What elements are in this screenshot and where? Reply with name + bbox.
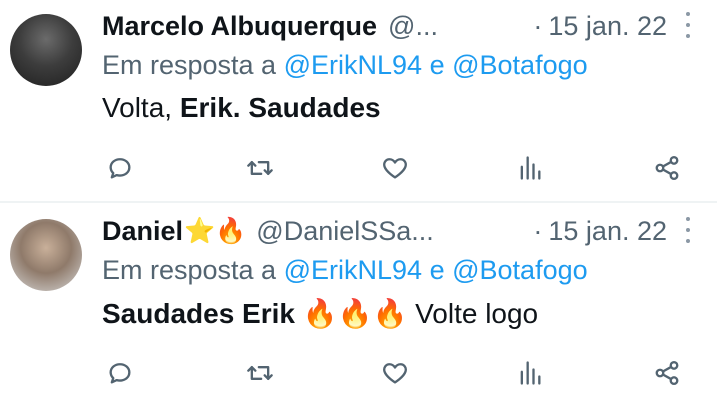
retweet-icon bbox=[247, 161, 273, 175]
tweet-text-bold: Erik. Saudades bbox=[179, 92, 381, 123]
like-button[interactable] bbox=[375, 148, 415, 188]
tweet[interactable]: Daniel ⭐🔥 @DanielSSa... · 15 jan. 22 Em … bbox=[0, 205, 717, 405]
tweet-text-bold: Saudades Erik bbox=[102, 298, 295, 329]
mention-link[interactable]: @ErikNL94 bbox=[284, 255, 422, 285]
reply-feed: Marcelo Albuquerque @... · 15 jan. 22 Em… bbox=[0, 0, 717, 405]
heart-icon bbox=[383, 158, 407, 179]
reply-button[interactable] bbox=[100, 353, 140, 393]
timestamp[interactable]: 15 jan. 22 bbox=[548, 216, 667, 247]
views-button[interactable] bbox=[510, 148, 550, 188]
username-handle[interactable]: @DanielSSa... bbox=[256, 216, 434, 247]
heart-icon bbox=[383, 363, 407, 384]
action-bar bbox=[0, 148, 717, 188]
mention-link[interactable]: @Botafogo bbox=[452, 255, 588, 285]
retweet-button[interactable] bbox=[240, 148, 280, 188]
reply-context: Em resposta a @ErikNL94 e @Botafogo bbox=[102, 255, 588, 286]
reply-conjunction: e bbox=[429, 50, 445, 80]
reply-button[interactable] bbox=[100, 148, 140, 188]
share-icon bbox=[655, 360, 679, 386]
share-button[interactable] bbox=[647, 353, 687, 393]
retweet-button[interactable] bbox=[240, 353, 280, 393]
tweet[interactable]: Marcelo Albuquerque @... · 15 jan. 22 Em… bbox=[0, 0, 717, 200]
tweet-header: Daniel ⭐🔥 @DanielSSa... · 15 jan. 22 bbox=[102, 213, 697, 249]
tweet-text-emoji: 🔥🔥🔥 bbox=[294, 298, 416, 329]
views-button[interactable] bbox=[510, 353, 550, 393]
tweet-header: Marcelo Albuquerque @... · 15 jan. 22 bbox=[102, 8, 697, 44]
tweet-text: Saudades Erik 🔥🔥🔥 Volte logo bbox=[102, 297, 538, 330]
divider bbox=[0, 201, 717, 203]
reply-icon bbox=[109, 158, 131, 179]
tweet-text-plain: Volte logo bbox=[415, 298, 539, 329]
views-icon bbox=[520, 156, 541, 180]
name-emoji: ⭐🔥 bbox=[184, 216, 247, 245]
avatar[interactable] bbox=[10, 14, 82, 86]
views-icon bbox=[520, 361, 541, 385]
more-icon[interactable] bbox=[685, 12, 691, 38]
retweet-icon bbox=[247, 366, 273, 380]
more-icon[interactable] bbox=[685, 217, 691, 243]
reply-prefix: Em resposta a bbox=[102, 50, 277, 80]
action-bar bbox=[0, 353, 717, 393]
username-handle[interactable]: @... bbox=[388, 11, 438, 42]
mention-link[interactable]: @Botafogo bbox=[452, 50, 588, 80]
separator-dot: · bbox=[533, 10, 543, 41]
display-name[interactable]: Daniel bbox=[102, 216, 183, 247]
separator-dot: · bbox=[533, 215, 543, 246]
like-button[interactable] bbox=[375, 353, 415, 393]
timestamp[interactable]: 15 jan. 22 bbox=[548, 11, 667, 42]
tweet-text-plain: Volta, bbox=[102, 92, 180, 123]
reply-icon bbox=[109, 363, 131, 384]
reply-prefix: Em resposta a bbox=[102, 255, 277, 285]
reply-context: Em resposta a @ErikNL94 e @Botafogo bbox=[102, 50, 588, 81]
mention-link[interactable]: @ErikNL94 bbox=[284, 50, 422, 80]
reply-conjunction: e bbox=[429, 255, 445, 285]
avatar[interactable] bbox=[10, 219, 82, 291]
tweet-text: Volta, Erik. Saudades bbox=[102, 92, 381, 124]
share-button[interactable] bbox=[647, 148, 687, 188]
display-name[interactable]: Marcelo Albuquerque bbox=[102, 11, 377, 42]
share-icon bbox=[655, 155, 679, 181]
